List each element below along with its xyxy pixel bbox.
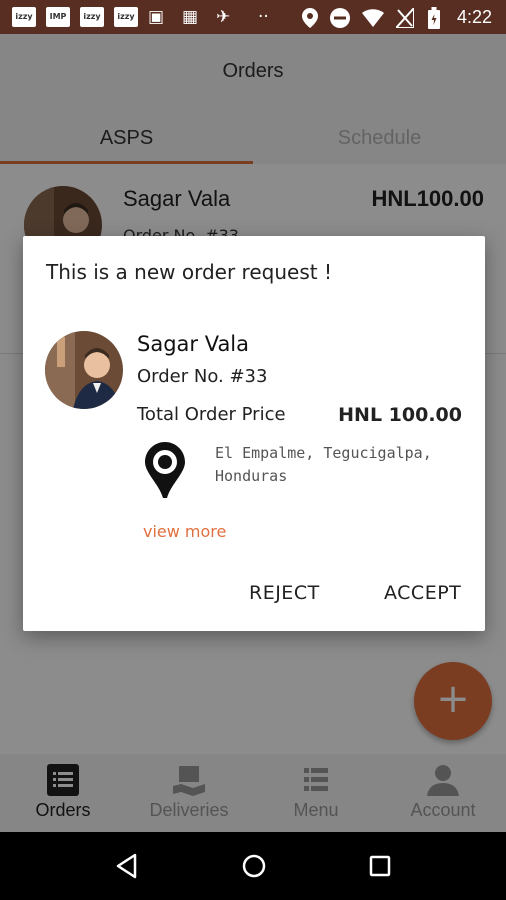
- total-price-label: Total Order Price: [137, 404, 286, 425]
- home-icon[interactable]: [240, 852, 268, 880]
- location-pin-icon: [145, 442, 185, 498]
- app-notification-icon: izzy: [114, 7, 138, 27]
- satellite-icon: ✈: [216, 7, 231, 27]
- avatar: [45, 331, 123, 409]
- wifi-icon: [362, 9, 384, 27]
- app-notification-icon: IMP: [46, 7, 70, 27]
- dialog-title: This is a new order request !: [46, 260, 332, 284]
- do-not-disturb-icon: [330, 8, 350, 28]
- calendar-icon: ▦: [182, 7, 199, 27]
- order-number: Order No. #33: [137, 366, 268, 387]
- view-more-link[interactable]: view more: [143, 522, 226, 541]
- app-notification-icon: izzy: [12, 7, 36, 27]
- no-signal-icon: [396, 8, 414, 28]
- location-icon: [302, 8, 318, 28]
- delivery-address: El Empalme, Tegucigalpa, Honduras: [215, 444, 432, 485]
- photo-icon: ▣: [148, 7, 165, 27]
- status-time: 4:22: [456, 7, 492, 27]
- more-dots-icon: ··: [258, 7, 269, 27]
- system-nav-bar: [0, 832, 506, 900]
- reject-button[interactable]: REJECT: [249, 582, 320, 604]
- app-notification-icon: izzy: [80, 7, 104, 27]
- accept-button[interactable]: ACCEPT: [384, 582, 461, 604]
- new-order-dialog: This is a new order request ! Sagar Vala…: [23, 236, 485, 631]
- recents-icon[interactable]: [366, 852, 394, 880]
- battery-icon: [428, 7, 440, 29]
- customer-name: Sagar Vala: [137, 332, 250, 356]
- status-bar: izzy IMP izzy izzy ▣ ▦ ✈ ·· 4:22: [0, 0, 506, 34]
- back-icon[interactable]: [113, 852, 141, 880]
- total-price-value: HNL 100.00: [338, 404, 462, 426]
